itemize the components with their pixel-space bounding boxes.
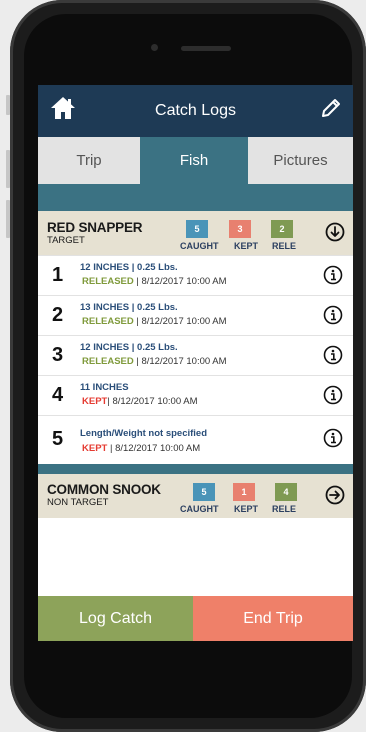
released-count-badge: 4 <box>275 483 297 501</box>
catch-date: | 8/12/2017 10:00 AM <box>133 276 227 287</box>
species-target-status: TARGET <box>47 235 85 246</box>
catch-number: 4 <box>52 384 64 406</box>
info-icon[interactable] <box>323 385 343 405</box>
tab-indicator-strip <box>38 184 353 211</box>
catch-date: | 8/12/2017 10:00 AM <box>107 396 198 407</box>
mute-switch <box>6 95 10 115</box>
species-name: RED SNAPPER <box>47 220 143 235</box>
speaker <box>181 46 231 51</box>
catch-row[interactable]: 3 12 INCHES | 0.25 Lbs. RELEASED | 8/12/… <box>38 335 353 376</box>
catch-number: 1 <box>52 264 64 286</box>
kept-label: KEPT <box>234 241 259 251</box>
camera <box>151 44 158 51</box>
catch-date: | 8/12/2017 10:00 AM <box>107 443 201 454</box>
caught-label: CAUGHT <box>180 504 219 514</box>
end-trip-button[interactable]: End Trip <box>193 596 353 641</box>
catch-status: RELEASED <box>82 276 134 287</box>
catch-number: 2 <box>52 304 64 326</box>
catch-row[interactable]: 4 11 INCHES KEPT| 8/12/2017 10:00 AM <box>38 375 353 416</box>
catch-meta: KEPT | 8/12/2017 10:00 AM <box>82 443 200 454</box>
released-label: RELE <box>272 241 297 251</box>
catch-date: | 8/12/2017 10:00 AM <box>133 316 227 327</box>
caught-count-badge: 5 <box>193 483 215 501</box>
arrow-right-circle-icon[interactable] <box>325 485 345 505</box>
species-group-common-snook[interactable]: COMMON SNOOK NON TARGET 5 1 4 CAUGHT KEP… <box>38 474 353 518</box>
tab-pictures[interactable]: Pictures <box>248 137 353 185</box>
catch-status: KEPT <box>82 443 108 454</box>
released-count-badge: 2 <box>271 220 293 238</box>
catch-row[interactable]: 2 13 INCHES | 0.25 Lbs. RELEASED | 8/12/… <box>38 295 353 336</box>
catch-number: 5 <box>52 428 64 450</box>
section-divider <box>38 464 353 474</box>
info-icon[interactable] <box>323 305 343 325</box>
pencil-icon[interactable] <box>319 96 343 120</box>
catch-meta: RELEASED | 8/12/2017 10:00 AM <box>82 316 227 327</box>
volume-down-button <box>6 200 10 238</box>
catch-row[interactable]: 1 12 INCHES | 0.25 Lbs. RELEASED | 8/12/… <box>38 255 353 296</box>
catch-status: RELEASED <box>82 316 134 327</box>
info-icon[interactable] <box>323 428 343 448</box>
catch-meta: RELEASED | 8/12/2017 10:00 AM <box>82 356 227 367</box>
top-bar: Catch Logs <box>38 85 353 137</box>
catch-size: 13 INCHES | 0.25 Lbs. <box>80 302 178 313</box>
catch-status: KEPT <box>82 396 108 407</box>
catch-size: 12 INCHES | 0.25 Lbs. <box>80 262 178 273</box>
tab-fish[interactable]: Fish <box>140 137 248 184</box>
released-label: RELE <box>272 504 297 514</box>
catch-number: 3 <box>52 344 64 366</box>
catch-status: RELEASED <box>82 356 134 367</box>
arrow-down-circle-icon[interactable] <box>325 222 345 242</box>
catch-size: 11 INCHES <box>80 382 129 393</box>
catch-meta: KEPT| 8/12/2017 10:00 AM <box>82 396 198 407</box>
catch-date: | 8/12/2017 10:00 AM <box>133 356 227 367</box>
info-icon[interactable] <box>323 265 343 285</box>
catch-size: 12 INCHES | 0.25 Lbs. <box>80 342 178 353</box>
kept-label: KEPT <box>234 504 259 514</box>
caught-count-badge: 5 <box>186 220 208 238</box>
species-group-red-snapper[interactable]: RED SNAPPER TARGET 5 3 2 CAUGHT KEPT REL… <box>38 211 353 255</box>
caught-label: CAUGHT <box>180 241 219 251</box>
species-target-status: NON TARGET <box>47 497 109 508</box>
page-title: Catch Logs <box>155 102 236 119</box>
kept-count-badge: 1 <box>233 483 255 501</box>
info-icon[interactable] <box>323 345 343 365</box>
tab-bar: Trip Fish Pictures <box>38 137 353 185</box>
footer-actions: Log Catch End Trip <box>38 596 353 641</box>
catch-size: Length/Weight not specified <box>80 428 208 439</box>
app-screen: Catch Logs Trip Fish Pictures RED SNAPPE… <box>38 85 353 641</box>
species-name: COMMON SNOOK <box>47 482 161 497</box>
volume-up-button <box>6 150 10 188</box>
catch-row[interactable]: 5 Length/Weight not specified KEPT | 8/1… <box>38 415 353 465</box>
tab-trip[interactable]: Trip <box>38 137 140 185</box>
catch-meta: RELEASED | 8/12/2017 10:00 AM <box>82 276 227 287</box>
log-catch-button[interactable]: Log Catch <box>38 596 193 641</box>
kept-count-badge: 3 <box>229 220 251 238</box>
